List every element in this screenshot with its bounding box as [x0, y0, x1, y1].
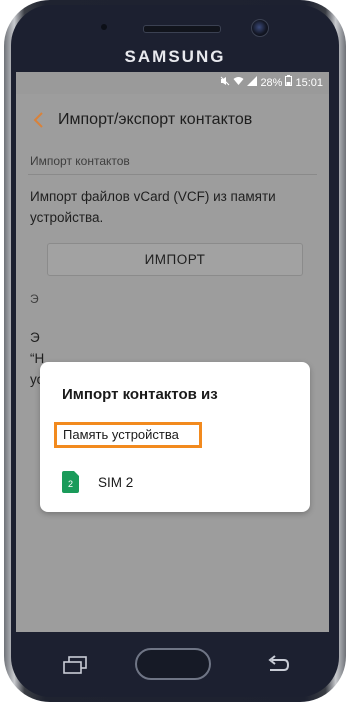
app-bar: Импорт/экспорт контактов	[16, 94, 329, 146]
back-key-icon[interactable]	[264, 655, 290, 675]
mute-icon	[220, 72, 230, 94]
section-divider	[28, 174, 317, 175]
sim-card-icon: 2	[62, 471, 79, 493]
wifi-icon	[233, 72, 244, 94]
status-bar: 28% 15:01	[16, 72, 329, 94]
page-title: Импорт/экспорт контактов	[58, 111, 253, 128]
import-button[interactable]: ИМПОРТ	[47, 243, 303, 276]
brand-logo: SAMSUNG	[124, 47, 226, 66]
recent-apps-icon[interactable]	[62, 656, 88, 674]
sim-number: 2	[68, 479, 73, 489]
clock: 15:01	[295, 77, 323, 89]
screenshot: SAMSUNG 28% 15:01 Импорт/экспорт контакт…	[0, 0, 350, 704]
option-sim-2[interactable]: 2 SIM 2	[62, 470, 133, 494]
front-camera	[251, 19, 269, 37]
export-description-line: Э	[30, 330, 40, 345]
signal-icon	[247, 72, 258, 94]
dialog-title: Импорт контактов из	[62, 386, 218, 403]
status-icons: 28% 15:01	[220, 72, 323, 94]
import-section-header: Импорт контактов	[30, 154, 130, 168]
home-button[interactable]	[135, 648, 211, 680]
battery-icon	[285, 72, 293, 94]
content-area: Импорт контактов Импорт файлов vCard (VC…	[16, 146, 329, 632]
import-source-dialog: Импорт контактов из Память устройства 2 …	[40, 362, 310, 512]
earpiece	[143, 25, 221, 33]
option-device-memory[interactable]: Память устройства	[54, 422, 202, 448]
battery-percent: 28%	[260, 77, 283, 89]
import-description: Импорт файлов vCard (VCF) из памяти устр…	[30, 189, 276, 225]
chevron-left-icon[interactable]	[30, 110, 50, 130]
proximity-sensor	[101, 24, 107, 30]
export-section-header: Э	[30, 292, 39, 306]
screen: 28% 15:01 Импорт/экспорт контактов Импор…	[16, 72, 329, 632]
sim-option-label: SIM 2	[98, 474, 134, 490]
